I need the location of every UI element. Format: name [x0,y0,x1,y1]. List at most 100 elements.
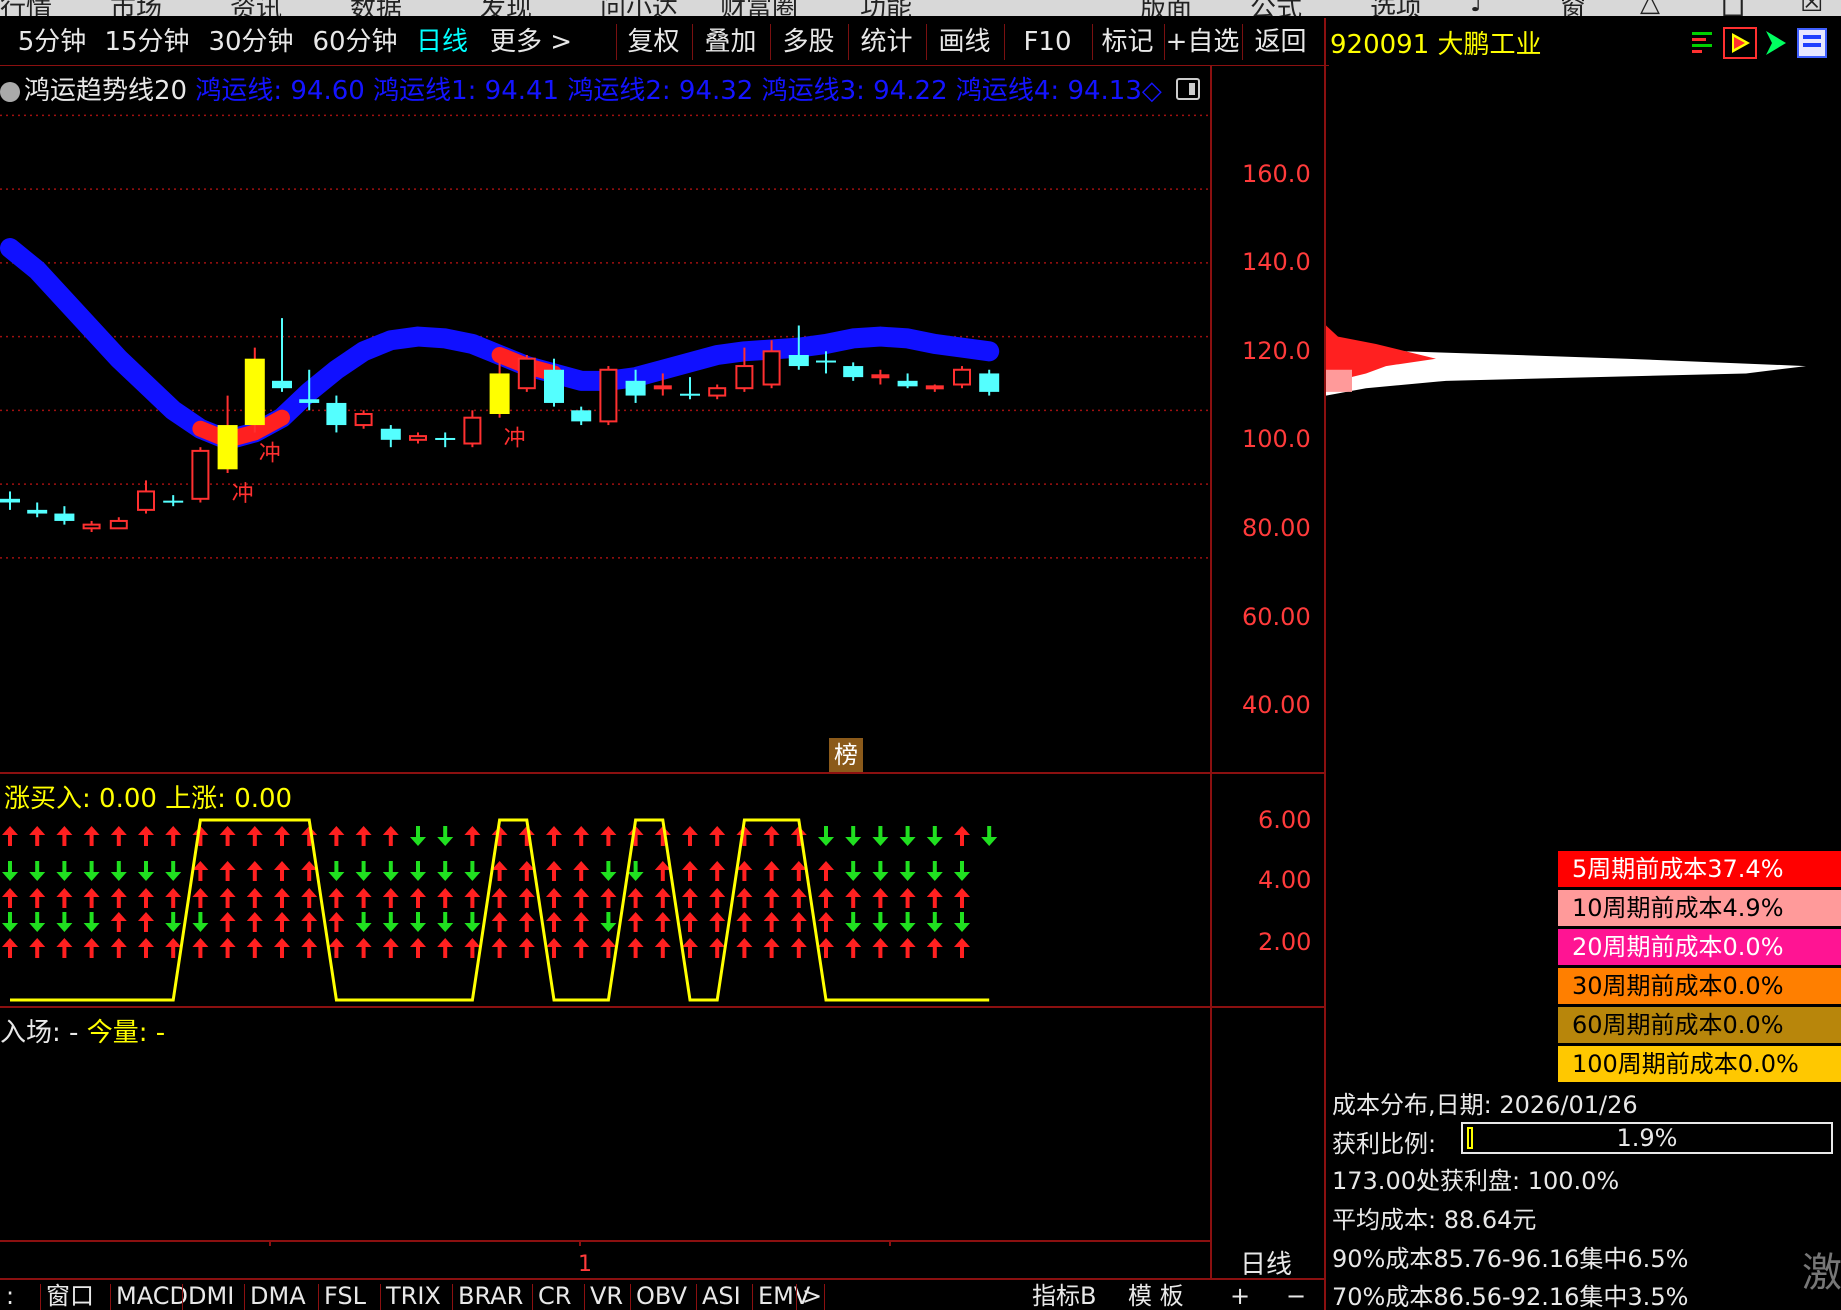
top-menu-item[interactable]: △ [1640,0,1660,16]
play-red-icon[interactable] [1723,27,1757,59]
signal-up-arrow [899,938,916,958]
top-menu-item[interactable]: 版面 [1140,0,1192,16]
candle-body [137,490,155,511]
top-menu-item[interactable]: ☒ [1800,0,1823,16]
signal-sub-chart[interactable] [0,774,1210,1006]
period-30min[interactable]: 30分钟 [206,24,296,60]
stock-code-name: 920091 大鹏工业 [1330,30,1542,60]
signal-up-arrow [328,912,345,932]
x-axis-marker: 1 [578,1252,592,1277]
y-label-140: 140.0 [1242,248,1311,276]
indicator-tab[interactable]: TRIX [386,1282,441,1310]
toggle-circle-icon[interactable] [0,81,20,102]
signal-down-arrow [56,912,73,932]
sub1-y-label-6: 6.00 [1258,806,1312,834]
indicator-legend: 鸿运趋势线20 鸿运线: 94.60 鸿运线1: 94.41 鸿运线2: 94.… [0,70,1162,110]
signal-up-arrow [682,861,698,881]
sub-panel-divider-2 [0,1006,1326,1008]
signal-up-arrow [763,888,780,908]
top-menu-item[interactable]: 问小达 [600,0,678,16]
signal-up-arrow [328,888,345,908]
period-more[interactable]: 更多 > [488,24,574,60]
signal-up-arrow [736,938,753,958]
signal-down-arrow [2,912,18,932]
indicator-tab[interactable]: CR [538,1282,571,1310]
indicator-values: 鸿运线: 94.60 鸿运线1: 94.41 鸿运线2: 94.32 鸿运线3:… [195,76,1162,106]
top-menu-item[interactable]: 数据 [350,0,402,16]
top-menu-item[interactable]: ♪ [1470,0,1487,16]
cost-distribution-chart[interactable] [1326,110,1841,770]
template-tab[interactable]: − [1286,1282,1306,1310]
signal-up-arrow [138,888,154,908]
indicator-tab[interactable]: FSL [324,1282,366,1310]
top-menu-item[interactable]: 行情 [0,0,52,16]
top-menu-item[interactable]: 选项 [1370,0,1422,16]
indicator-tab[interactable]: > [802,1282,822,1310]
indicator-tab[interactable]: 窗口 [46,1282,94,1310]
signal-up-arrow [818,912,834,932]
signal-down-arrow [872,912,889,932]
signal-up-arrow [274,938,290,958]
main-kline-chart[interactable]: 冲冲冲 [0,110,1210,770]
top-menu-item[interactable]: 窗 [1560,0,1586,16]
cost-profile-pink [1326,369,1352,392]
signal-up-arrow [246,888,263,908]
signal-up-arrow [219,938,236,958]
statistics-button[interactable]: 统计 [848,24,924,60]
bars-icon[interactable] [1692,32,1712,53]
draw-line-button[interactable]: 画线 [926,24,1002,60]
top-menu-item[interactable]: 功能 [860,0,912,16]
signal-down-arrow [464,912,481,932]
add-watchlist-button[interactable]: +自选 [1164,24,1240,60]
signal-down-arrow [410,826,426,846]
top-menu-item[interactable]: 财富圈 [720,0,798,16]
top-menu-item[interactable]: 发现 [480,0,532,16]
indicator-tab[interactable]: : [6,1282,14,1310]
top-menu-item[interactable]: 公式 [1250,0,1302,16]
period-60min[interactable]: 60分钟 [310,24,400,60]
period-daily[interactable]: 日线 [412,24,472,60]
indicator-tab[interactable]: MACD [116,1282,188,1310]
profit-ratio-value: 1.9% [1616,1124,1678,1152]
signal-up-arrow [382,938,399,958]
indicator-tab[interactable]: BRAR [458,1282,523,1310]
panel-toggle-icon[interactable] [1176,78,1200,100]
signal-up-arrow [301,888,318,908]
overlay-button[interactable]: 叠加 [692,24,768,60]
template-tab[interactable]: 指标B [1032,1282,1096,1310]
indicator-tab[interactable]: VR [590,1282,623,1310]
signal-up-arrow [464,826,481,846]
candle-body [299,399,320,403]
grid-icon[interactable] [1797,28,1827,58]
back-button[interactable]: 返回 [1242,24,1318,60]
signal-up-arrow [274,888,290,908]
signal-up-arrow [763,912,780,932]
period-5min[interactable]: 5分钟 [16,24,88,60]
ranking-badge[interactable]: 榜 [829,738,863,772]
candle-body [409,435,427,441]
signal-up-arrow [790,912,807,932]
template-tab[interactable]: + [1230,1282,1250,1310]
signal-up-arrow [627,888,644,908]
indicator-tab[interactable]: OBV [636,1282,687,1310]
indicator-tab[interactable]: ASI [702,1282,741,1310]
signal-up-arrow [138,938,154,958]
restore-rights-button[interactable]: 复权 [616,24,690,60]
signal-up-arrow [573,826,590,846]
signal-down-arrow [410,861,426,881]
signal-up-arrow [328,826,345,846]
candle-body [897,380,918,387]
indicator-tab[interactable]: DMA [250,1282,306,1310]
top-menu-item[interactable]: 市场 [110,0,162,16]
indicator-name[interactable]: 鸿运趋势线20 [24,76,187,106]
multi-stock-button[interactable]: 多股 [770,24,846,60]
top-menu-item[interactable]: 资讯 [230,0,282,16]
template-tab[interactable]: 模 板 [1128,1282,1184,1310]
f10-button[interactable]: F10 [1004,24,1090,60]
period-15min[interactable]: 15分钟 [102,24,192,60]
mark-button[interactable]: 标记 [1092,24,1162,60]
indicator-tab[interactable]: DMI [188,1282,234,1310]
top-menu-item[interactable]: 口 [1720,0,1746,16]
play-green-icon[interactable] [1766,31,1786,55]
signal-up-arrow [56,938,73,958]
